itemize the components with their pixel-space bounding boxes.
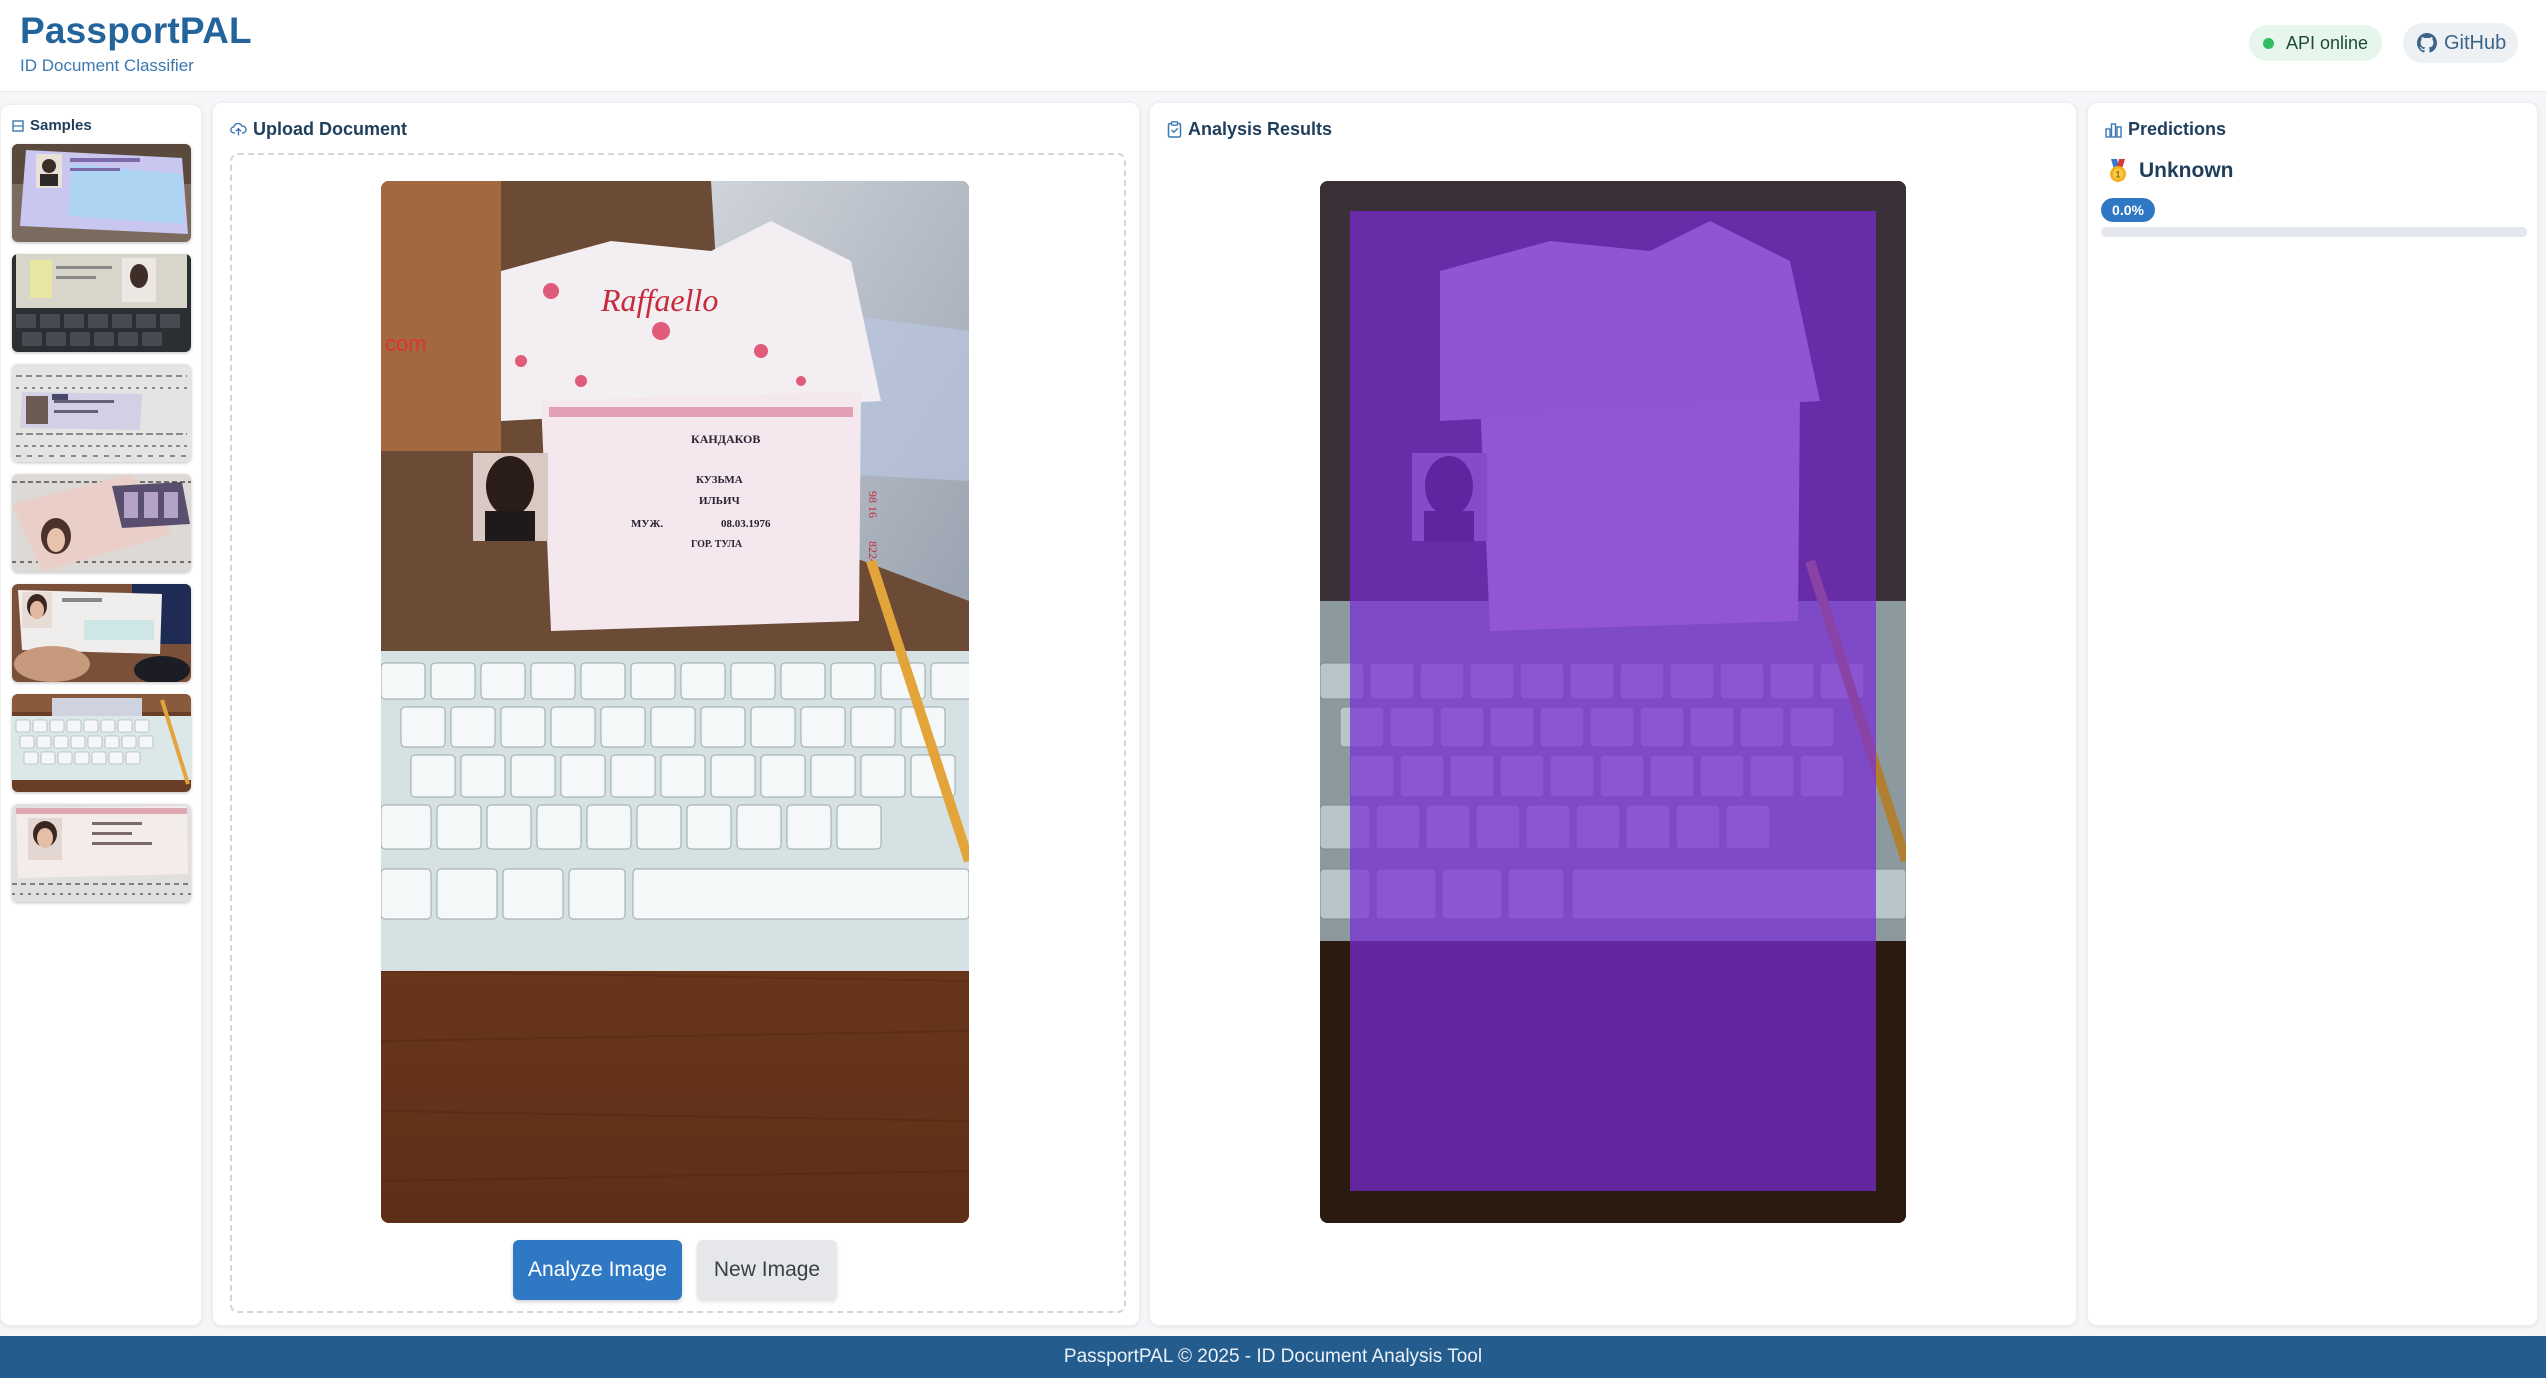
medal-icon: 1 [2110,159,2126,182]
upload-title-label: Upload Document [253,119,408,139]
confidence-badge: 0.0% [2101,198,2155,222]
sample-image-4 [12,474,191,572]
sample-image-5 [12,584,191,682]
results-title-label: Analysis Results [1188,119,1333,139]
doc-surname: КАНДАКОВ [691,432,760,446]
samples-panel: Samples [0,104,202,1326]
confidence-progress-bar [2101,227,2527,237]
sample-thumbnail-5[interactable] [12,584,191,682]
raffaello-brand-text: Raffaello [600,282,718,318]
predictions-title: Predictions [2105,119,2226,140]
doc-patronymic: ИЛЬИЧ [699,495,740,507]
github-icon [2417,33,2437,53]
detection-overlay [1350,211,1876,1191]
sample-thumbnail-1[interactable] [12,144,191,242]
doc-birth-place: ГОР. ТУЛА [691,539,743,550]
app-footer: PassportPAL © 2025 - ID Document Analysi… [0,1336,2546,1378]
sample-image-6 [12,694,191,792]
doc-birth-date: 08.03.1976 [721,518,771,530]
doc-sex: МУЖ. [631,518,663,530]
doc-series: 98 16 [866,491,880,518]
upload-cloud-icon [230,122,247,136]
doc-name: КУЗЬМА [696,474,743,486]
grid-icon [12,119,24,132]
clipboard-icon [1167,121,1182,138]
sample-thumbnail-3[interactable] [12,364,191,462]
analysis-result-image [1320,181,1906,1223]
results-title: Analysis Results [1167,119,1332,140]
sample-image-3 [12,364,191,462]
new-image-button[interactable]: New Image [697,1240,837,1300]
app-title: PassportPAL [20,10,252,51]
app-subtitle: ID Document Classifier [20,56,194,75]
sample-thumbnail-7[interactable] [12,804,191,902]
api-status-label: API online [2286,32,2369,53]
status-dot-icon [2263,37,2274,49]
upload-title: Upload Document [230,119,407,140]
svg-text:com: com [385,331,427,356]
analyze-image-button[interactable]: Analyze Image [513,1240,682,1300]
prediction-label: Unknown [2139,159,2234,182]
samples-title: Samples [12,117,92,134]
sample-image-7 [12,804,191,902]
sample-image-2 [12,254,191,352]
api-status-badge: API online [2249,25,2382,61]
github-button[interactable]: GitHub [2403,23,2518,63]
sample-thumbnail-2[interactable] [12,254,191,352]
prediction-top-result: 1 Unknown [2107,159,2234,183]
predictions-panel: Predictions 1 Unknown [2087,102,2538,1326]
app-header: PassportPAL ID Document Classifier API o… [0,0,2546,92]
uploaded-document-image: com Raffaello КАНДАКОВ КУЗЬМА ИЛЬИЧ МУЖ.… [381,181,969,1223]
predictions-title-label: Predictions [2128,119,2227,139]
github-label: GitHub [2444,31,2507,54]
svg-text:1: 1 [2115,170,2120,180]
samples-title-label: Samples [30,117,92,134]
bar-chart-icon [2105,123,2122,138]
sample-thumbnail-4[interactable] [12,474,191,572]
footer-text: PassportPAL © 2025 - ID Document Analysi… [1063,1346,1483,1367]
sample-thumbnail-6[interactable] [12,694,191,792]
sample-image-1 [12,144,191,242]
